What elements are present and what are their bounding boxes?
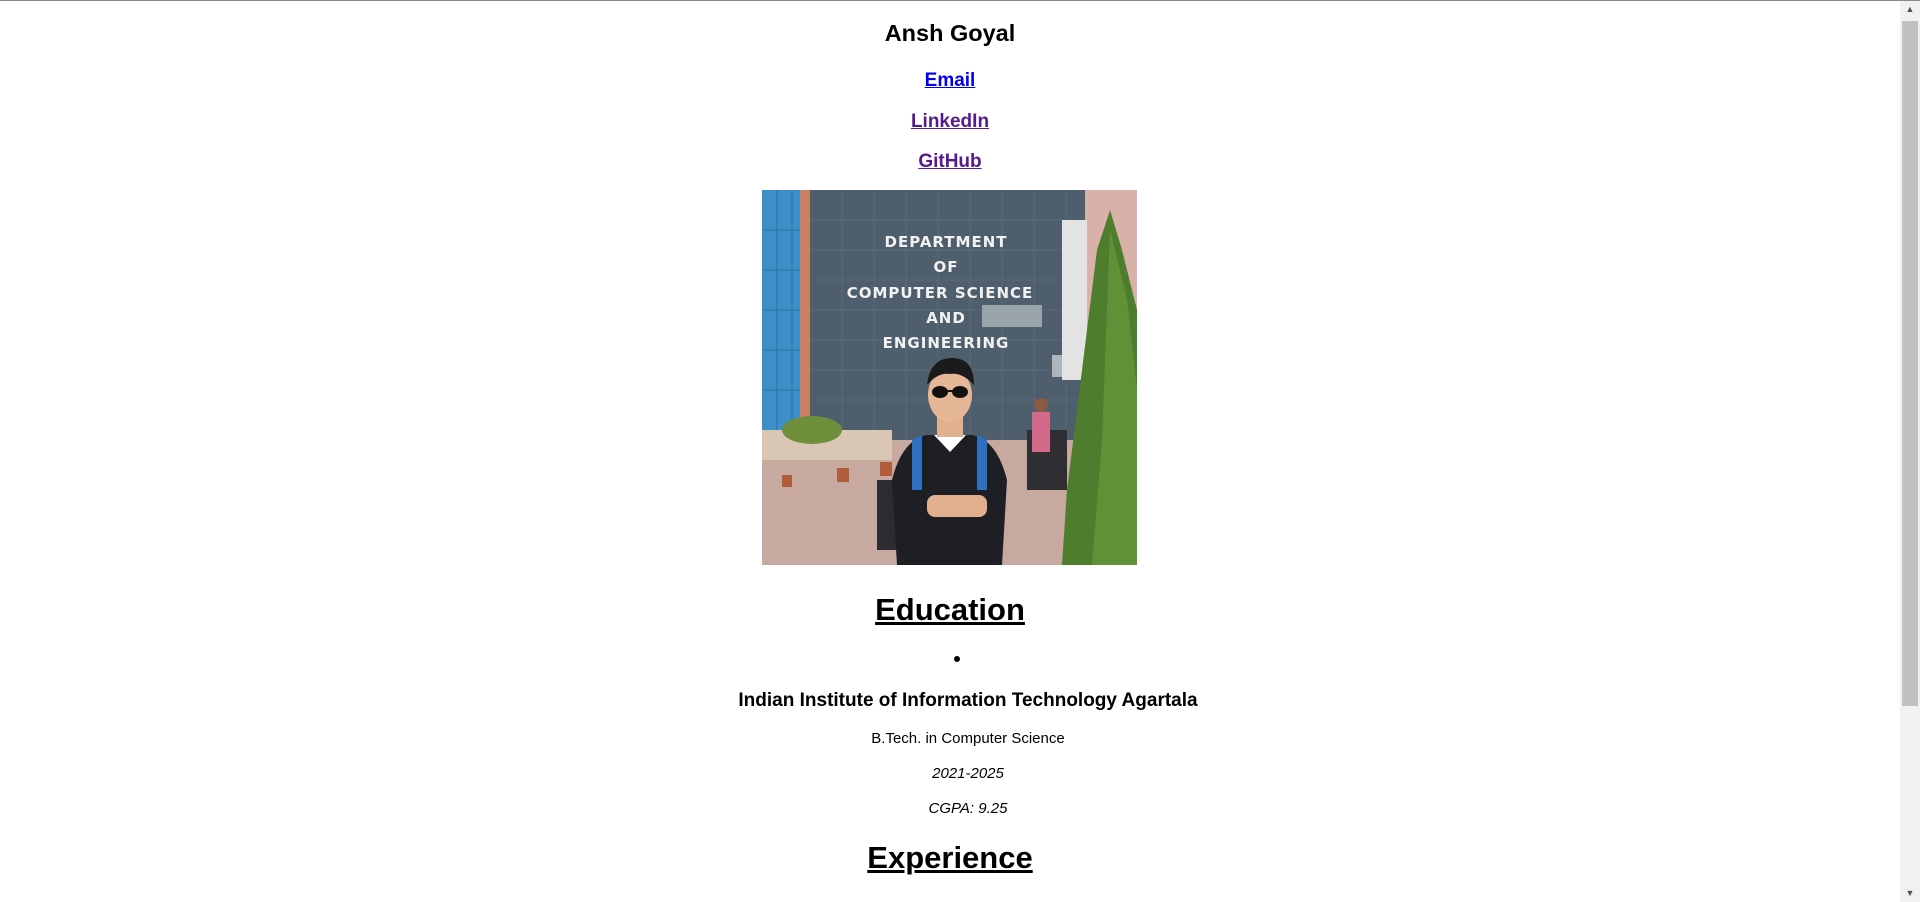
svg-text:DEPARTMENT: DEPARTMENT (885, 233, 1008, 251)
scroll-down-arrow-icon[interactable]: ▼ (1900, 885, 1920, 902)
experience-heading: Experience (867, 840, 1033, 875)
github-link[interactable]: GitHub (0, 151, 1900, 173)
degree-text: B.Tech. in Computer Science (871, 730, 1065, 747)
scrollbar-thumb[interactable] (1902, 21, 1918, 706)
svg-text:OF: OF (934, 258, 959, 276)
email-link[interactable]: Email (0, 70, 1900, 92)
linkedin-link[interactable]: LinkedIn (0, 111, 1900, 133)
svg-text:COMPUTER SCIENCE: COMPUTER SCIENCE (847, 284, 1034, 302)
profile-photo: DEPARTMENT OF COMPUTER SCIENCE AND ENGIN… (762, 190, 1137, 565)
list-bullet (954, 656, 960, 662)
svg-text:AND: AND (926, 309, 966, 327)
scroll-up-arrow-icon[interactable]: ▲ (1900, 1, 1920, 18)
vertical-scrollbar[interactable]: ▲ ▼ (1900, 1, 1920, 902)
cgpa-text: CGPA: 9.25 (928, 800, 1008, 817)
resume-page: Ansh Goyal Email LinkedIn GitHub DEPARTM… (0, 1, 1900, 902)
institute-name: Indian Institute of Information Technolo… (738, 690, 1198, 711)
profile-name: Ansh Goyal (884, 20, 1016, 46)
education-heading: Education (875, 592, 1025, 627)
study-years: 2021-2025 (932, 765, 1004, 782)
svg-text:ENGINEERING: ENGINEERING (883, 334, 1010, 352)
